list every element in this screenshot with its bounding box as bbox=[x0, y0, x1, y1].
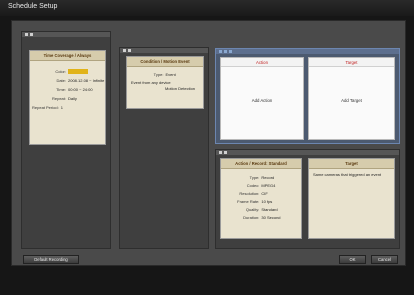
repeat-row: Repeat: Daily bbox=[30, 94, 105, 103]
duration-label: Duration: bbox=[243, 214, 260, 220]
cancel-button[interactable]: Cancel bbox=[371, 255, 398, 264]
panel-icon bbox=[128, 49, 131, 52]
panel-icon bbox=[123, 49, 126, 52]
record-group: Action / Record: Standard Type: Record Co… bbox=[215, 149, 400, 249]
date-value: 2008.12.08 ~ Infinite bbox=[68, 78, 105, 83]
record-type-label: Type: bbox=[249, 174, 260, 180]
ok-button[interactable]: OK bbox=[339, 255, 366, 264]
action-record-header: Action / Record: Standard bbox=[221, 159, 301, 169]
color-label: Color: bbox=[55, 69, 66, 74]
target-record-text: Same cameras that triggered an event bbox=[313, 172, 382, 177]
condition-type-label: Type: bbox=[153, 71, 164, 77]
time-coverage-card[interactable]: Time Coverage / Always Color: Date: 2008… bbox=[29, 50, 106, 145]
frame-rate-value: 10 fps bbox=[261, 198, 273, 204]
repeat-period-row: Repeat Period: 1 bbox=[30, 103, 105, 112]
resolution-row: Resolution: CIF bbox=[221, 189, 301, 197]
codec-row: Codec: MPEG4 bbox=[221, 181, 301, 189]
condition-header: Condition / Motion Event bbox=[127, 57, 203, 67]
date-label: Date: bbox=[56, 78, 66, 83]
record-type-value: Record bbox=[261, 174, 275, 180]
condition-panel: Condition / Motion Event Type: Event Eve… bbox=[119, 47, 209, 249]
repeat-value: Daily bbox=[68, 96, 77, 101]
condition-card[interactable]: Condition / Motion Event Type: Event Eve… bbox=[126, 56, 204, 109]
resolution-label: Resolution: bbox=[239, 190, 260, 196]
time-coverage-panel: Time Coverage / Always Color: Date: 2008… bbox=[21, 31, 111, 249]
frame-rate-label: Frame Rate: bbox=[237, 198, 260, 204]
time-value: 00:00 ~ 24:00 bbox=[68, 87, 93, 92]
resolution-value: CIF bbox=[261, 190, 268, 196]
condition-event-type: Motion Detection bbox=[165, 86, 196, 91]
add-action-button[interactable]: Add Action bbox=[221, 98, 303, 103]
action-box[interactable]: Action Add Action bbox=[220, 57, 304, 140]
add-target-button[interactable]: Add Target bbox=[309, 98, 394, 103]
duration-value: 30 Second bbox=[261, 214, 281, 220]
panel-icon bbox=[25, 33, 28, 36]
date-row: Date: 2008.12.08 ~ Infinite bbox=[30, 76, 105, 85]
panel-icon bbox=[224, 50, 227, 53]
group-tab[interactable] bbox=[216, 49, 399, 54]
panel-icon bbox=[219, 50, 222, 53]
frame-rate-row: Frame Rate: 10 fps bbox=[221, 197, 301, 205]
action-record-card[interactable]: Action / Record: Standard Type: Record Co… bbox=[220, 158, 302, 239]
condition-type-value: Event bbox=[165, 71, 176, 77]
panel-icon bbox=[224, 151, 227, 154]
color-swatch[interactable] bbox=[68, 69, 88, 74]
repeat-label: Repeat: bbox=[51, 96, 66, 101]
record-type-row: Type: Record bbox=[221, 173, 301, 181]
condition-type-row: Type: Event bbox=[127, 71, 203, 77]
quality-row: Quality: Standard bbox=[221, 205, 301, 213]
quality-value: Standard bbox=[261, 206, 278, 212]
target-header: Target bbox=[309, 58, 394, 67]
quality-label: Quality: bbox=[245, 206, 260, 212]
duration-row: Duration: 30 Second bbox=[221, 213, 301, 221]
target-record-card[interactable]: Target Same cameras that triggered an ev… bbox=[308, 158, 395, 239]
codec-value: MPEG4 bbox=[261, 182, 276, 188]
window-title: Schedule Setup bbox=[8, 3, 58, 10]
schedule-window: Time Coverage / Always Color: Date: 2008… bbox=[11, 20, 406, 266]
codec-label: Codec: bbox=[246, 182, 260, 188]
action-target-group[interactable]: Action Add Action Target Add Target bbox=[215, 48, 400, 144]
repeat-period-label: Repeat Period: bbox=[32, 105, 59, 110]
repeat-period-value: 1 bbox=[60, 105, 63, 110]
title-bar: Schedule Setup bbox=[0, 0, 414, 16]
panel-tab[interactable] bbox=[216, 150, 399, 155]
panel-icon bbox=[219, 151, 222, 154]
color-row: Color: bbox=[30, 67, 105, 76]
target-box[interactable]: Target Add Target bbox=[308, 57, 395, 140]
time-row: Time: 00:00 ~ 24:00 bbox=[30, 85, 105, 94]
panel-tab[interactable] bbox=[120, 48, 208, 53]
target-record-header: Target bbox=[309, 159, 394, 169]
time-label: Time: bbox=[56, 87, 66, 92]
default-recording-button[interactable]: Default Recording bbox=[23, 255, 79, 264]
condition-description: Event from any device bbox=[131, 80, 171, 85]
time-coverage-header: Time Coverage / Always bbox=[30, 51, 105, 61]
panel-tab[interactable] bbox=[22, 32, 110, 37]
panel-icon bbox=[30, 33, 33, 36]
action-header: Action bbox=[221, 58, 303, 67]
panel-icon bbox=[229, 50, 232, 53]
